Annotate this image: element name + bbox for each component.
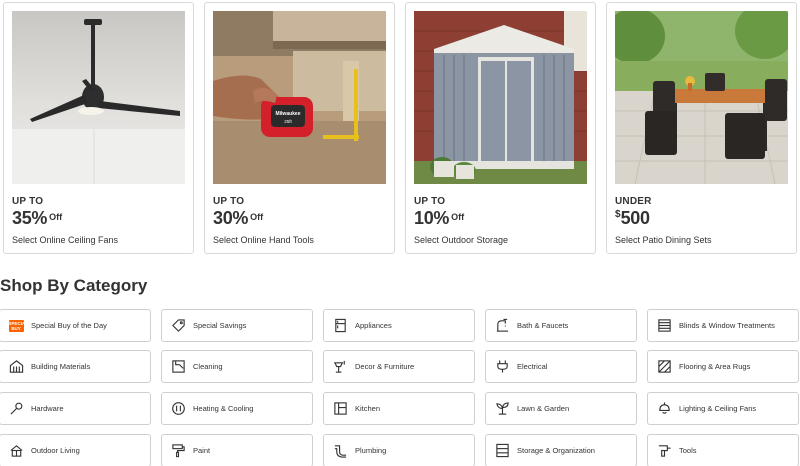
tag-icon <box>170 318 186 334</box>
category-lawn-garden[interactable]: Lawn & Garden <box>485 392 637 425</box>
category-label: Special Buy of the Day <box>31 321 107 330</box>
promo-cards: UP TO 35% Off Select Online Ceiling Fans … <box>0 0 800 256</box>
category-decor-furniture[interactable]: Decor & Furniture <box>323 350 475 383</box>
faucet-icon <box>494 318 510 334</box>
category-flooring-area-rugs[interactable]: Flooring & Area Rugs <box>647 350 799 383</box>
category-label: Hardware <box>31 404 64 413</box>
category-electrical[interactable]: Electrical <box>485 350 637 383</box>
storage-shed-image[interactable] <box>414 11 587 184</box>
promo-prefix: UP TO <box>213 196 245 207</box>
flooring-icon <box>656 359 672 375</box>
category-label: Plumbing <box>355 446 387 455</box>
ceiling-fan-image[interactable] <box>12 11 185 184</box>
category-bath-faucets[interactable]: Bath & Faucets <box>485 309 637 342</box>
promo-prefix: UP TO <box>12 196 44 207</box>
promo-amount: 10% Off <box>414 208 465 228</box>
patio-dining-set-image[interactable] <box>615 11 788 184</box>
category-label: Lawn & Garden <box>517 404 570 413</box>
category-label: Cleaning <box>193 362 223 371</box>
blinds-icon <box>656 318 672 334</box>
pipe-icon <box>332 443 348 459</box>
category-label: Lighting & Ceiling Fans <box>679 404 757 413</box>
category-tools[interactable]: Tools <box>647 434 799 466</box>
cleaning-icon <box>170 359 186 375</box>
special-buy-badge-icon: SPECIAL BUY <box>8 319 29 332</box>
promo-amount: 30% Off <box>213 208 264 228</box>
shelving-icon <box>494 443 510 459</box>
category-special-buy-of-the-day[interactable]: SPECIAL BUY Special Buy of the Day <box>0 309 151 342</box>
category-cleaning[interactable]: Cleaning <box>161 350 313 383</box>
promo-amount: $500 <box>615 208 650 228</box>
tape-measure-image[interactable]: Milwaukee 25ft <box>213 11 386 184</box>
promo-prefix: UNDER <box>615 196 652 207</box>
category-label: Building Materials <box>31 362 91 371</box>
promo-description: Select Outdoor Storage <box>414 235 509 245</box>
category-label: Decor & Furniture <box>355 362 415 371</box>
thermostat-icon <box>170 401 186 417</box>
category-label: Electrical <box>517 362 548 371</box>
category-paint[interactable]: Paint <box>161 434 313 466</box>
promo-card-hand-tools[interactable]: Milwaukee 25ft UP TO 30% Off Select Onlin… <box>204 2 395 254</box>
category-lighting-ceiling-fans[interactable]: Lighting & Ceiling Fans <box>647 392 799 425</box>
promo-amount: 35% Off <box>12 208 63 228</box>
category-kitchen[interactable]: Kitchen <box>323 392 475 425</box>
promo-description: Select Online Hand Tools <box>213 235 314 245</box>
category-label: Blinds & Window Treatments <box>679 321 775 330</box>
category-label: Kitchen <box>355 404 381 413</box>
category-label: Outdoor Living <box>31 446 80 455</box>
refrigerator-icon <box>332 318 348 334</box>
category-storage-organization[interactable]: Storage & Organization <box>485 434 637 466</box>
category-heating-cooling[interactable]: Heating & Cooling <box>161 392 313 425</box>
category-label: Flooring & Area Rugs <box>679 362 751 371</box>
promo-card-patio-dining[interactable]: UNDER $500 Select Patio Dining Sets <box>606 2 797 254</box>
lamp-icon <box>332 359 348 375</box>
category-outdoor-living[interactable]: Outdoor Living <box>0 434 151 466</box>
building-icon <box>8 359 24 375</box>
category-label: Heating & Cooling <box>193 404 254 413</box>
category-label: Appliances <box>355 321 392 330</box>
kitchen-icon <box>332 401 348 417</box>
plant-icon <box>494 401 510 417</box>
category-label: Storage & Organization <box>517 446 595 455</box>
category-label: Bath & Faucets <box>517 321 569 330</box>
drill-icon <box>656 443 672 459</box>
promo-prefix: UP TO <box>414 196 446 207</box>
section-title: Shop By Category <box>0 276 148 295</box>
plug-icon <box>494 359 510 375</box>
category-label: Paint <box>193 446 211 455</box>
ceiling-light-icon <box>656 401 672 417</box>
promo-card-ceiling-fans[interactable]: UP TO 35% Off Select Online Ceiling Fans <box>3 2 194 254</box>
promo-description: Select Online Ceiling Fans <box>12 235 119 245</box>
promo-card-outdoor-storage[interactable]: UP TO 10% Off Select Outdoor Storage <box>405 2 596 254</box>
wrench-icon <box>8 401 24 417</box>
category-special-savings[interactable]: Special Savings <box>161 309 313 342</box>
tape-size-text: 25ft <box>284 119 292 124</box>
grill-icon <box>8 443 24 459</box>
category-label: Tools <box>679 446 697 455</box>
category-building-materials[interactable]: Building Materials <box>0 350 151 383</box>
category-plumbing[interactable]: Plumbing <box>323 434 475 466</box>
category-hardware[interactable]: Hardware <box>0 392 151 425</box>
promo-description: Select Patio Dining Sets <box>615 235 712 245</box>
category-appliances[interactable]: Appliances <box>323 309 475 342</box>
category-grid: SPECIAL BUY Special Buy of the Day Speci… <box>0 309 800 466</box>
paint-roller-icon <box>170 443 186 459</box>
category-label: Special Savings <box>193 321 247 330</box>
tape-brand-text: Milwaukee <box>275 111 300 117</box>
category-blinds-window-treatments[interactable]: Blinds & Window Treatments <box>647 309 799 342</box>
